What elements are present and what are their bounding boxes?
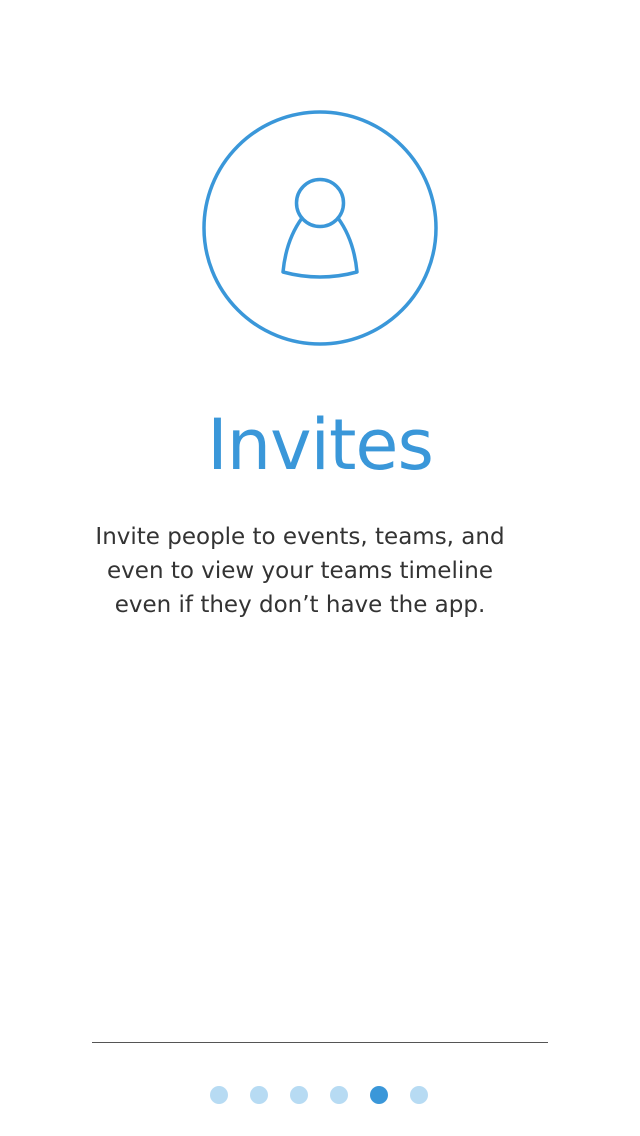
page-dot-4[interactable] <box>330 1086 348 1104</box>
page-dot-1[interactable] <box>210 1086 228 1104</box>
person-icon <box>202 110 438 346</box>
description-line: even if they don’t have the app. <box>114 592 486 618</box>
page-description: Invite people to events, teams, and even… <box>80 520 520 622</box>
description-line: even to view your teams timeline <box>107 558 493 584</box>
page-indicator[interactable] <box>210 1086 428 1104</box>
divider <box>92 1042 548 1043</box>
page-title: Invites <box>207 404 434 486</box>
page-dot-5-active[interactable] <box>370 1086 388 1104</box>
page-dot-6[interactable] <box>410 1086 428 1104</box>
page-dot-3[interactable] <box>290 1086 308 1104</box>
page-dot-2[interactable] <box>250 1086 268 1104</box>
description-line: Invite people to events, teams, and <box>95 524 505 550</box>
onboarding-screen: Invites Invite people to events, teams, … <box>0 0 640 1136</box>
